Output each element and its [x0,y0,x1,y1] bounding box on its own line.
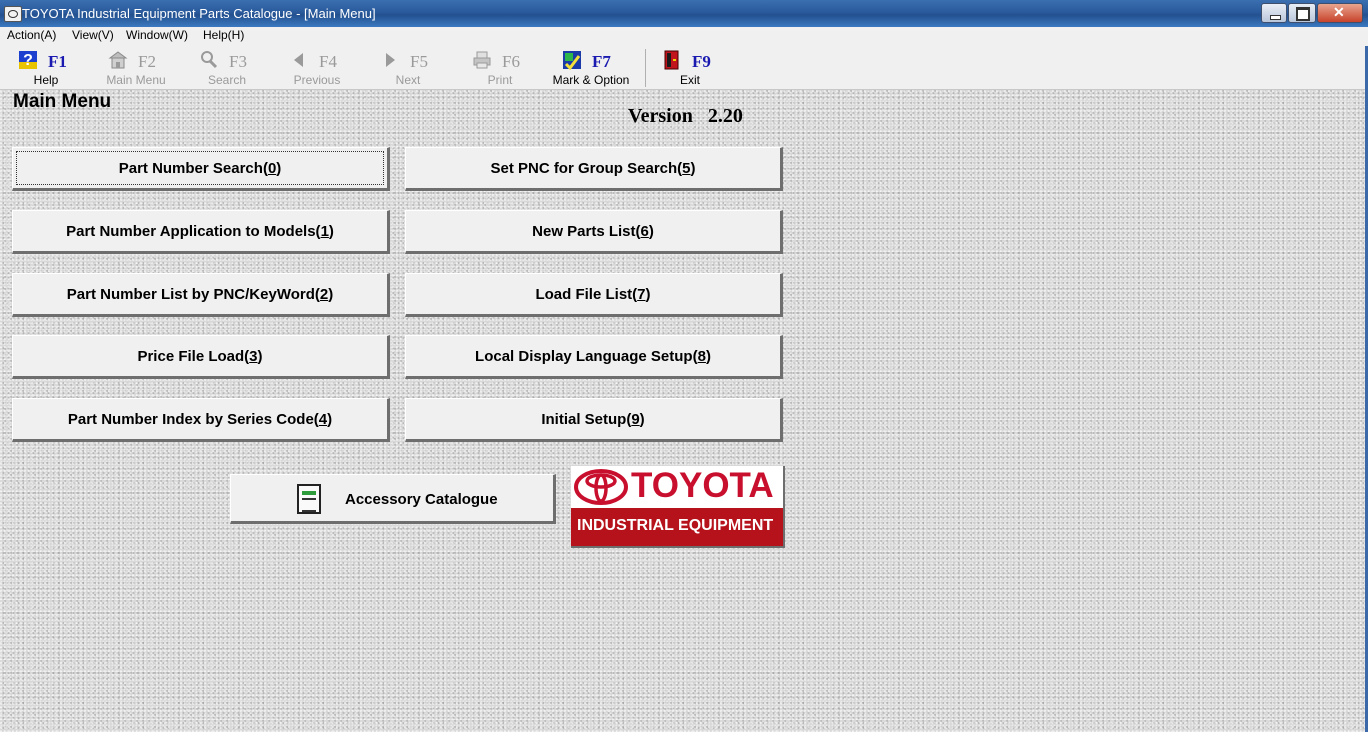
toolbar-search-button[interactable]: F3 Search [185,46,269,88]
document-icon [297,484,321,514]
accessory-catalogue-button[interactable]: Accessory Catalogue [230,474,556,524]
set-pnc-group-search-button[interactable]: Set PNC for Group Search(5) [405,147,783,191]
printer-icon [473,51,491,69]
button-label: Local Display Language Setup( [475,347,698,365]
load-file-list-button[interactable]: Load File List(7) [405,273,783,317]
toolbar-label: Mark & Option [552,73,630,87]
title-bar: TOYOTA Industrial Equipment Parts Catalo… [0,0,1368,27]
button-label: Set PNC for Group Search( [490,159,683,177]
maximize-button[interactable] [1288,3,1316,23]
logo-band: INDUSTRIAL EQUIPMENT [571,508,783,546]
toolbar-label: Previous [293,73,341,87]
button-label-end: ) [705,347,711,365]
help-icon: ? [19,51,37,69]
price-file-load-button[interactable]: Price File Load(3) [12,335,390,379]
page-title: Main Menu [13,91,112,112]
exit-icon [664,50,679,70]
toolbar-next-button[interactable]: F5 Next [366,46,450,88]
toyota-emblem-icon [574,469,628,505]
toolbar-key: F7 [592,52,611,71]
toolbar-key: F2 [138,52,156,71]
toolbar-key: F4 [319,52,337,71]
close-button[interactable] [1317,3,1363,23]
button-label: Part Number Application to Models( [66,222,321,240]
part-number-application-button[interactable]: Part Number Application to Models(1) [12,210,390,254]
toolbar-separator [645,49,646,87]
button-label: Price File Load( [137,347,250,365]
version-label: Version 2.20 [628,105,743,127]
button-hotkey: 9 [631,410,640,428]
window-title: TOYOTA Industrial Equipment Parts Catalo… [22,6,376,21]
button-label-end: ) [276,159,282,177]
button-label-end: ) [257,347,263,365]
toolbar-label: Exit [679,73,700,87]
toolbar-main-menu-button[interactable]: F2 Main Menu [94,46,178,88]
search-icon [201,51,218,69]
part-number-list-button[interactable]: Part Number List by PNC/KeyWord(2) [12,273,390,317]
button-label-end: ) [648,222,654,240]
button-label-end: ) [328,222,334,240]
toolbar-print-button[interactable]: F6 Print [458,46,542,88]
menu-help[interactable]: Help(H) [203,28,244,42]
initial-setup-button[interactable]: Initial Setup(9) [405,398,783,442]
button-label: Load File List( [535,285,638,303]
button-label-end: ) [327,410,333,428]
button-label: Initial Setup( [541,410,632,428]
button-label: Part Number Index by Series Code( [67,410,319,428]
button-hotkey: 3 [249,347,258,365]
toolbar-key: F1 [48,52,67,71]
button-hotkey: 7 [637,285,646,303]
toolbar-label: Print [487,73,513,87]
button-hotkey: 6 [640,222,649,240]
new-parts-list-button[interactable]: New Parts List(6) [405,210,783,254]
app-icon [4,6,22,22]
toolbar-label: Main Menu [106,73,166,87]
button-label-end: ) [328,285,334,303]
button-label: Part Number Search( [118,159,268,177]
toyota-logo: TOYOTA INDUSTRIAL EQUIPMENT [571,466,785,548]
button-label: New Parts List( [532,222,641,240]
button-hotkey: 5 [682,159,691,177]
button-label-end: ) [690,159,696,177]
logo-subtitle: INDUSTRIAL EQUIPMENT [577,517,774,534]
button-hotkey: 1 [320,222,329,240]
part-number-index-button[interactable]: Part Number Index by Series Code(4) [12,398,390,442]
arrow-left-icon [294,53,303,67]
button-label: Part Number List by PNC/KeyWord( [66,285,320,303]
button-hotkey: 8 [697,347,706,365]
menu-action[interactable]: Action(A) [7,28,56,42]
arrow-right-icon [386,53,395,67]
button-hotkey: 2 [319,285,329,303]
toolbar-mark-option-button[interactable]: F7 Mark & Option [548,46,632,88]
button-label-end: ) [639,410,645,428]
toolbar-label: Help [33,73,59,87]
button-hotkey: 4 [318,410,328,428]
toolbar-exit-button[interactable]: F9 Exit [648,46,732,88]
accessory-catalogue-label: Accessory Catalogue [345,491,498,508]
svg-text:?: ? [23,52,33,69]
button-hotkey: 0 [267,159,277,177]
toolbar-label: Search [207,73,247,87]
part-number-search-button[interactable]: Part Number Search(0) [12,147,390,191]
toolbar-key: F9 [692,52,711,71]
main-panel: Main Menu Version 2.20 Part Number Searc… [0,90,1368,732]
toolbar-previous-button[interactable]: F4 Previous [275,46,359,88]
toolbar-key: F5 [410,52,428,71]
toolbar-key: F6 [502,52,520,71]
toolbar-help-button[interactable]: ? F1 Help [4,46,88,88]
main-menu-icon [108,51,128,69]
toolbar-key: F3 [229,52,247,71]
minimize-button[interactable] [1261,3,1287,23]
logo-wordmark: TOYOTA [631,466,774,505]
toolbar: ? F1 Help F2 Main Menu F3 Search F4 Prev… [0,46,1368,90]
menu-bar: Action(A) View(V) Window(W) Help(H) [0,27,1368,47]
button-label-end: ) [645,285,651,303]
toolbar-label: Next [395,73,421,87]
menu-window[interactable]: Window(W) [126,28,188,42]
local-display-language-button[interactable]: Local Display Language Setup(8) [405,335,783,379]
mark-option-icon [563,51,581,70]
menu-view[interactable]: View(V) [72,28,114,42]
